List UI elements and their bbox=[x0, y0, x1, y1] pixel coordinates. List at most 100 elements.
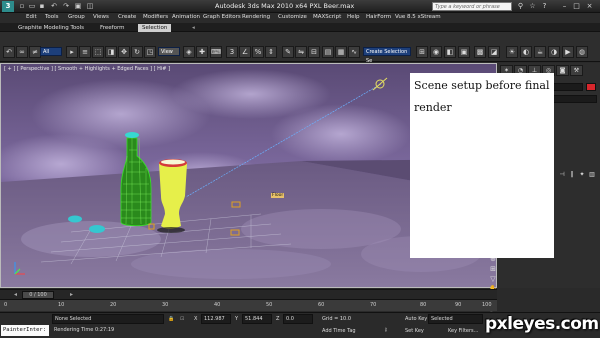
show-end-result-icon[interactable]: ‖ bbox=[568, 171, 576, 179]
menu-hairform[interactable]: HairForm bbox=[366, 14, 391, 20]
maxscript-listener[interactable]: PainterInter: bbox=[1, 325, 49, 336]
menu-graph-editors[interactable]: Graph Editors bbox=[203, 14, 241, 20]
display-tab-icon[interactable]: ◙ bbox=[556, 65, 569, 76]
close-icon[interactable]: × bbox=[585, 2, 594, 11]
keyboard-shortcut-icon[interactable]: ⌨ bbox=[210, 46, 222, 58]
ribbon-graphite-label[interactable]: Graphite Modeling Tools bbox=[14, 24, 88, 32]
mirror-icon[interactable]: ⇋ bbox=[295, 46, 307, 58]
lock-selection-icon[interactable]: 🔒 bbox=[168, 316, 174, 322]
z-coord-field[interactable]: 0.0 bbox=[283, 314, 313, 324]
render-iterative-icon[interactable]: ◪ bbox=[488, 46, 500, 58]
undo-icon[interactable]: ↶ bbox=[50, 2, 58, 10]
select-move-icon[interactable]: ✥ bbox=[118, 46, 130, 58]
menu-tools[interactable]: Tools bbox=[45, 14, 59, 20]
link-icon[interactable]: ∞ bbox=[16, 46, 28, 58]
schematic-view-icon[interactable]: ⊞ bbox=[416, 46, 428, 58]
make-unique-icon[interactable]: ✦ bbox=[578, 171, 586, 179]
help-icon[interactable]: ? bbox=[540, 2, 549, 11]
track-bar[interactable]: 0 10 20 30 40 50 60 70 80 90 100 bbox=[0, 299, 497, 311]
vue-render-icon[interactable]: ◐ bbox=[520, 46, 532, 58]
hold-icon[interactable]: ▣ bbox=[74, 2, 82, 10]
key-icon[interactable]: ⚷ bbox=[384, 327, 388, 333]
angle-snap-icon[interactable]: ∠ bbox=[239, 46, 251, 58]
material-editor-icon[interactable]: ◉ bbox=[430, 46, 442, 58]
menu-create[interactable]: Create bbox=[118, 14, 136, 20]
object-color-swatch[interactable] bbox=[586, 83, 596, 91]
select-scale-icon[interactable]: ◳ bbox=[144, 46, 156, 58]
floor-object-tag[interactable]: Floor bbox=[271, 193, 285, 198]
named-selection-set-dropdown[interactable]: Create Selection Se bbox=[363, 47, 411, 64]
time-slider-thumb[interactable]: 0 / 100 bbox=[22, 291, 54, 299]
menu-views[interactable]: Views bbox=[93, 14, 109, 20]
set-key-button[interactable]: Set Key bbox=[405, 328, 424, 334]
tab-freeform[interactable]: Freeform bbox=[96, 24, 129, 32]
render-setup-icon[interactable]: ◧ bbox=[444, 46, 456, 58]
layer-manager-icon[interactable]: ▤ bbox=[322, 46, 334, 58]
open-file-icon[interactable]: ▭ bbox=[28, 2, 36, 10]
key-mode-dropdown[interactable]: Selected bbox=[428, 314, 483, 324]
curve-editor-icon[interactable]: ∿ bbox=[348, 46, 360, 58]
environment-icon[interactable]: ☀ bbox=[506, 46, 518, 58]
menu-group[interactable]: Group bbox=[68, 14, 85, 20]
select-rotate-icon[interactable]: ↻ bbox=[131, 46, 143, 58]
snaps-toggle-icon[interactable]: 3 bbox=[226, 46, 238, 58]
app-logo-icon[interactable]: 3 bbox=[2, 1, 14, 12]
viewport-label[interactable]: [ + ] [ Perspective ] [ Smooth + Highlig… bbox=[4, 66, 170, 72]
next-frame-icon[interactable]: ▸ bbox=[70, 291, 73, 298]
fetch-icon[interactable]: ◫ bbox=[86, 2, 94, 10]
percent-snap-icon[interactable]: % bbox=[252, 46, 264, 58]
time-slider[interactable]: ◂ 0 / 100 ▸ bbox=[0, 289, 497, 299]
menu-modifiers[interactable]: Modifiers bbox=[143, 14, 168, 20]
active-shade-icon[interactable]: ◑ bbox=[548, 46, 560, 58]
teapot-render-icon[interactable]: ☕ bbox=[534, 46, 546, 58]
bottle-cap-object[interactable] bbox=[68, 215, 82, 223]
pin-stack-icon[interactable]: ⊣ bbox=[558, 171, 566, 179]
x-coord-field[interactable]: 112.987 bbox=[201, 314, 231, 324]
y-coord-field[interactable]: 51.844 bbox=[242, 314, 272, 324]
add-time-tag-label[interactable]: Add Time Tag bbox=[322, 328, 356, 334]
select-by-name-icon[interactable]: ≡ bbox=[79, 46, 91, 58]
select-manipulate-icon[interactable]: ✚ bbox=[196, 46, 208, 58]
reference-coordinate-dropdown[interactable]: View bbox=[158, 47, 180, 56]
star-icon[interactable]: ☆ bbox=[528, 2, 537, 11]
menu-maxscript[interactable]: MAXScript bbox=[313, 14, 341, 20]
render-last-icon[interactable]: ▶ bbox=[562, 46, 574, 58]
rectangular-selection-icon[interactable]: ⬚ bbox=[92, 46, 104, 58]
bottle-cap-object-2[interactable] bbox=[89, 225, 105, 233]
utilities-tab-icon[interactable]: ⚒ bbox=[570, 65, 583, 76]
search-input[interactable]: Type a keyword or phrase bbox=[432, 2, 512, 11]
redo-icon[interactable]: ↷ bbox=[62, 2, 70, 10]
menu-vue-xstream[interactable]: Vue 8.5 xStream bbox=[395, 14, 441, 20]
menu-rendering[interactable]: Rendering bbox=[242, 14, 270, 20]
select-object-icon[interactable]: ▸ bbox=[66, 46, 78, 58]
spinner-snap-icon[interactable]: ⇕ bbox=[265, 46, 277, 58]
absolute-mode-icon[interactable]: ⊡ bbox=[180, 316, 184, 322]
prev-frame-icon[interactable]: ◂ bbox=[14, 291, 17, 298]
selection-filter-dropdown[interactable]: All bbox=[40, 47, 62, 56]
ribbon-expand-icon[interactable]: ◂ bbox=[188, 24, 199, 32]
pivot-center-icon[interactable]: ◈ bbox=[183, 46, 195, 58]
window-crossing-icon[interactable]: ◨ bbox=[105, 46, 117, 58]
new-file-icon[interactable]: ▫ bbox=[18, 2, 26, 10]
minimize-icon[interactable]: – bbox=[560, 2, 569, 11]
field-of-view-icon[interactable]: ▽ bbox=[488, 275, 498, 284]
align-icon[interactable]: ⊟ bbox=[308, 46, 320, 58]
undo-tool-icon[interactable]: ↶ bbox=[3, 46, 15, 58]
configure-modifier-sets-icon[interactable]: ▥ bbox=[588, 171, 596, 179]
edit-named-selection-icon[interactable]: ✎ bbox=[282, 46, 294, 58]
render-frame-icon[interactable]: ◍ bbox=[576, 46, 588, 58]
binoculars-icon[interactable]: ⚲ bbox=[516, 2, 525, 11]
tab-selection[interactable]: Selection bbox=[138, 24, 172, 32]
rendered-frame-window-icon[interactable]: ▣ bbox=[458, 46, 470, 58]
maximize-icon[interactable]: □ bbox=[572, 2, 581, 11]
menu-animation[interactable]: Animation bbox=[172, 14, 200, 20]
menu-customize[interactable]: Customize bbox=[278, 14, 307, 20]
render-production-icon[interactable]: ▩ bbox=[474, 46, 486, 58]
menu-edit[interactable]: Edit bbox=[26, 14, 37, 20]
save-icon[interactable]: ▪ bbox=[38, 2, 46, 10]
auto-key-button[interactable]: Auto Key bbox=[405, 316, 427, 322]
graphite-toggle-icon[interactable]: ▦ bbox=[335, 46, 347, 58]
menu-help[interactable]: Help bbox=[347, 14, 360, 20]
zoom-all-icon[interactable]: ⊞ bbox=[488, 265, 498, 274]
key-filters-button[interactable]: Key Filters... bbox=[448, 328, 478, 334]
